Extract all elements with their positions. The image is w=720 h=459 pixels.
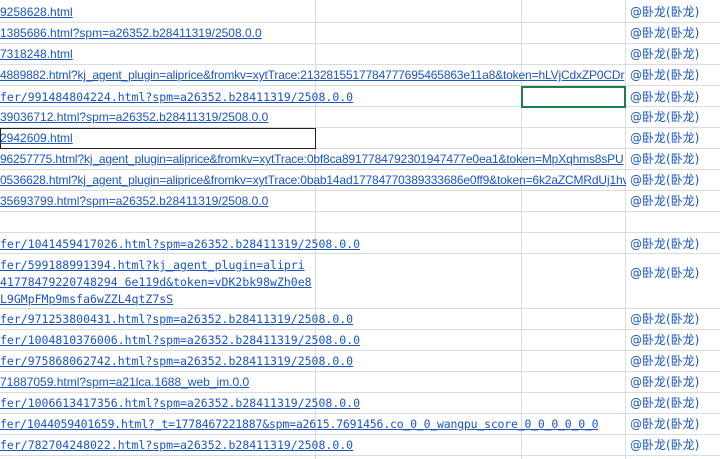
product-link[interactable]: fer/991484804224.html?spm=a26352.b284113… bbox=[0, 90, 353, 104]
product-link[interactable]: 96257775.html?kj_agent_plugin=aliprice&f… bbox=[0, 152, 624, 166]
row-gridline bbox=[0, 350, 720, 351]
active-cell-cursor[interactable] bbox=[521, 86, 626, 108]
row-gridline bbox=[0, 308, 720, 309]
product-link[interactable]: 71887059.html?spm=a21lca.1688_web_im.0.0 bbox=[0, 375, 249, 389]
assignee-cell: @卧龙(卧龙) bbox=[630, 375, 700, 389]
assignee-cell: @卧龙(卧龙) bbox=[630, 5, 700, 19]
row-gridline bbox=[0, 169, 720, 170]
row-gridline bbox=[0, 190, 720, 191]
assignee-cell: @卧龙(卧龙) bbox=[626, 152, 700, 166]
row-gridline bbox=[0, 392, 720, 393]
row-gridline bbox=[0, 413, 720, 414]
product-link[interactable]: fer/1006613417356.html?spm=a26352.b28411… bbox=[0, 396, 360, 410]
product-link[interactable]: fer/1044059401659.html?_t=1778467221887&… bbox=[0, 417, 599, 431]
row-gridline bbox=[0, 211, 720, 212]
product-link[interactable]: fer/975868062742.html?spm=a26352.b284113… bbox=[0, 354, 353, 368]
product-link[interactable]: 1385686.html?spm=a26352.b28411319/2508.0… bbox=[0, 26, 262, 40]
assignee-cell: @卧龙(卧龙) bbox=[630, 26, 700, 40]
row-gridline bbox=[0, 455, 720, 456]
assignee-cell: @卧龙(卧龙) bbox=[630, 438, 700, 452]
assignee-cell: @卧龙(卧龙) bbox=[630, 237, 700, 251]
spreadsheet-grid: 9258628.html @卧龙(卧龙) 1385686.html?spm=a2… bbox=[0, 0, 720, 459]
assignee-cell: @卧龙(卧龙) bbox=[630, 131, 700, 145]
product-link[interactable]: 35693799.html?spm=a26352.b28411319/2508.… bbox=[0, 194, 268, 208]
row-gridline bbox=[0, 43, 720, 44]
row-gridline bbox=[0, 64, 720, 65]
assignee-cell: @卧龙(卧龙) bbox=[630, 354, 700, 368]
row-gridline bbox=[0, 434, 720, 435]
row-gridline bbox=[0, 329, 720, 330]
assignee-cell: @卧龙(卧龙) bbox=[630, 194, 700, 208]
product-link[interactable]: 0536628.html?kj_agent_plugin=aliprice&fr… bbox=[0, 173, 629, 187]
product-link[interactable]: 4889882.html?kj_agent_plugin=aliprice&fr… bbox=[0, 68, 624, 82]
row-gridline bbox=[0, 253, 720, 254]
assignee-cell: @卧龙(卧龙) bbox=[630, 47, 700, 61]
product-link[interactable]: fer/1041459417026.html?spm=a26352.b28411… bbox=[0, 237, 360, 251]
assignee-cell: @卧龙(卧龙) bbox=[626, 68, 700, 82]
product-link[interactable]: 39036712.html?spm=a26352.b28411319/2508.… bbox=[0, 110, 268, 124]
assignee-cell: @卧龙(卧龙) bbox=[626, 173, 700, 187]
assignee-cell: @卧龙(卧龙) bbox=[630, 266, 700, 280]
product-link-continued[interactable]: L9GMpFMp9msfa6wZZL4qtZ7sS bbox=[0, 292, 173, 306]
product-link[interactable]: 2942609.html bbox=[0, 131, 73, 145]
product-link[interactable]: 7318248.html bbox=[0, 47, 73, 61]
product-link-continued[interactable]: 41778479220748294 6e119d&token=vDK2bk98w… bbox=[0, 275, 312, 289]
assignee-cell: @卧龙(卧龙) bbox=[630, 312, 700, 326]
product-link[interactable]: fer/971253800431.html?spm=a26352.b284113… bbox=[0, 312, 353, 326]
product-link[interactable]: fer/1004810376006.html?spm=a26352.b28411… bbox=[0, 333, 360, 347]
row-gridline bbox=[0, 232, 720, 233]
assignee-cell: @卧龙(卧龙) bbox=[626, 417, 700, 431]
row-gridline bbox=[0, 371, 720, 372]
assignee-cell: @卧龙(卧龙) bbox=[630, 396, 700, 410]
row-gridline bbox=[0, 22, 720, 23]
assignee-cell: @卧龙(卧龙) bbox=[630, 110, 700, 124]
assignee-cell: @卧龙(卧龙) bbox=[630, 333, 700, 347]
product-link[interactable]: fer/782704248022.html?spm=a26352.b284113… bbox=[0, 438, 353, 452]
product-link[interactable]: fer/599188991394.html?kj_agent_plugin=al… bbox=[0, 258, 305, 272]
product-link[interactable]: 9258628.html bbox=[0, 5, 73, 19]
assignee-cell: @卧龙(卧龙) bbox=[630, 90, 700, 104]
